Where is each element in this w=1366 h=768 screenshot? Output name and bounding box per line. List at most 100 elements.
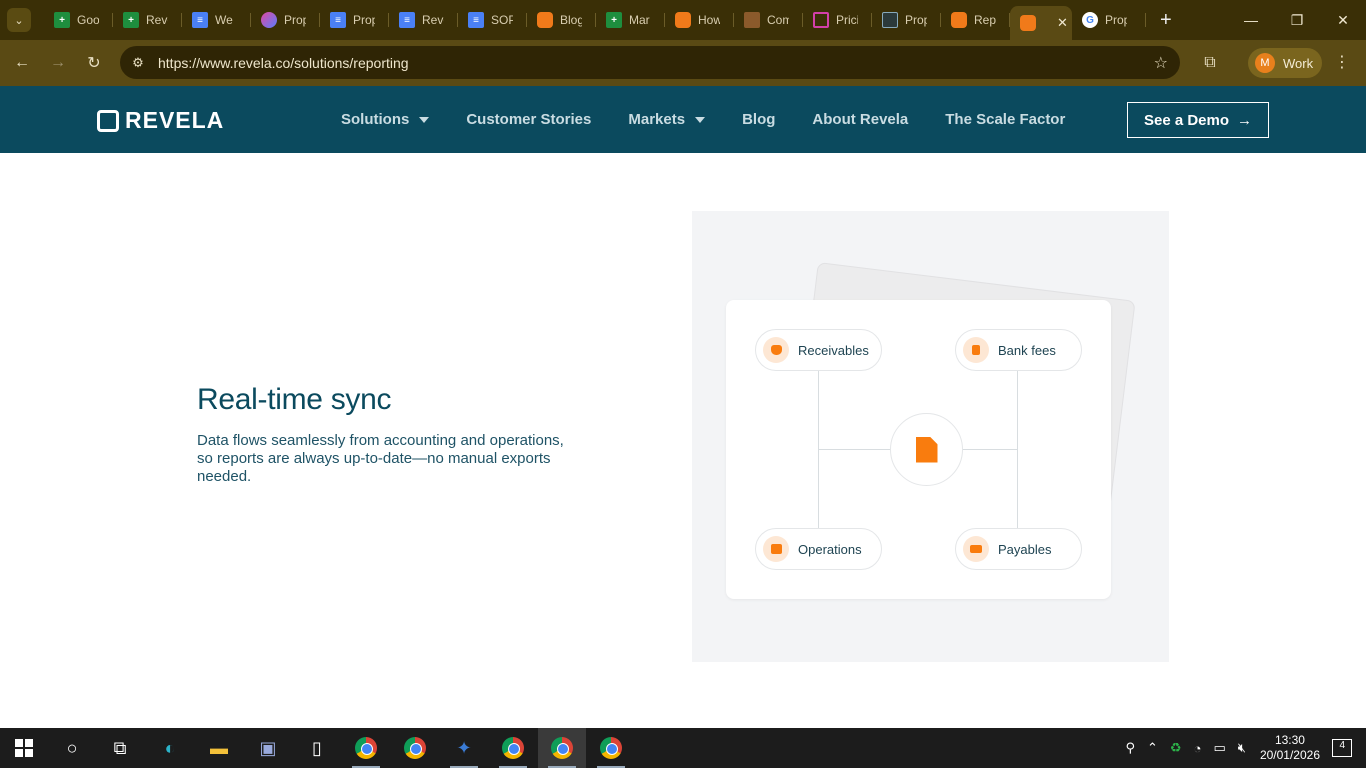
demo-button-label: See a Demo [1143,111,1230,129]
clock[interactable]: 13:30 20/01/2026 [1260,733,1320,763]
url-text[interactable]: https://www.revela.co/solutions/reportin… [158,55,409,71]
file-explorer-icon[interactable]: ▬ [195,728,243,768]
browser-tab[interactable]: +Reve [113,0,182,40]
chrome-icon[interactable] [391,728,439,768]
docs-icon: ≡ [330,12,346,28]
chrome-logo [355,737,377,759]
browser-tab-active[interactable]: ✕ [1010,6,1072,40]
clock-date: 20/01/2026 [1259,748,1320,762]
notepad-icon[interactable]: ▯ [293,728,341,768]
profile-button[interactable]: M Work [1248,48,1322,78]
new-tab-button[interactable]: + [1160,9,1172,32]
browser-tab[interactable]: Rep [941,0,1010,40]
revela-logo[interactable]: REVELA [97,107,224,134]
extensions-icon[interactable]: ⧉ [1196,45,1224,81]
caret-down-icon [695,116,706,123]
google-icon: G [1082,12,1098,28]
close-tab-icon[interactable]: ✕ [1057,15,1068,31]
node-label: Operations [798,541,862,557]
node-label: Bank fees [998,342,1056,358]
browser-tab[interactable]: ≡Prop [320,0,389,40]
docs-icon: ≡ [192,12,208,28]
address-bar[interactable]: ⚙ https://www.revela.co/solutions/report… [120,46,1180,79]
browser-tab[interactable]: Prop [872,0,941,40]
browser-tab[interactable]: ≡Reve [389,0,458,40]
windows-icon [15,739,33,757]
browser-tab[interactable]: Blog [527,0,596,40]
chrome-icon[interactable] [342,728,390,768]
notification-count: 4 [1339,740,1345,751]
site-info-icon[interactable]: ⚙ [122,55,154,71]
main-nav: Solutions Customer Stories Markets Blog … [341,86,1102,153]
browser-tab[interactable]: ≡ We [182,0,251,40]
node-label: Receivables [798,342,869,358]
nav-label: About Revela [812,111,909,128]
nav-label: Markets [628,111,686,128]
browser-tab[interactable]: How [665,0,734,40]
chrome-logo [404,737,426,759]
center-node [890,413,963,486]
chevron-up-icon[interactable]: ⌃ [1147,740,1158,756]
nav-item-solutions[interactable]: Solutions [341,111,430,128]
nav-item-customer-stories[interactable]: Customer Stories [466,111,591,128]
battery-icon[interactable]: ▭ [1213,740,1225,756]
browser-tab[interactable]: Prop [251,0,320,40]
revela-icon [537,12,553,28]
chrome-icon[interactable] [489,728,537,768]
people-icon[interactable]: ⚲ [1125,740,1135,756]
restore-icon[interactable]: ❐ [1274,0,1320,40]
notifications-icon[interactable]: 4 [1332,739,1352,757]
see-demo-button[interactable]: See a Demo → [1127,102,1269,138]
back-icon[interactable]: ← [4,45,40,81]
more-menu-icon[interactable]: ⋮ [1334,52,1350,72]
minimize-icon[interactable]: — [1228,0,1274,40]
mute-icon[interactable]: 🔇︎ [1238,740,1246,756]
clock-time: 13:30 [1274,733,1305,747]
reload-icon[interactable]: ↻ [76,45,112,81]
browser-toolbar: ← → ↻ ⚙ https://www.revela.co/solutions/… [0,40,1366,86]
tab-list: +Goo +Reve ≡We Prop ≡Prop ≡Reve ≡SOP Blo… [44,0,1172,40]
node-label: Payables [998,541,1052,557]
edge-icon[interactable]: ◐ [146,728,194,768]
money-bag-icon [763,337,789,363]
logo-text: REVELA [125,107,225,133]
sheets-icon: + [54,12,70,28]
nav-item-markets[interactable]: Markets [628,111,706,128]
tab-search-button[interactable]: ⌄ [7,8,31,32]
recycle-icon[interactable]: ♻ [1170,740,1182,756]
card-icon [963,536,989,562]
bookmark-star-icon[interactable]: ☆ [1154,53,1168,73]
browser-tab[interactable]: + Mar [596,0,665,40]
revela-logo-icon [97,109,119,132]
nav-item-blog[interactable]: Blog [742,111,775,128]
close-window-icon[interactable]: ✕ [1320,0,1366,40]
nav-item-about[interactable]: About Revela [812,111,908,128]
node-operations: Operations [755,528,882,570]
store-icon[interactable]: ▣ [244,728,292,768]
nav-label: The Scale Factor [945,111,1066,128]
browser-tab[interactable]: + Goo [44,0,113,40]
browser-tab[interactable]: GProp [1072,0,1146,40]
browser-tab[interactable]: Com [734,0,803,40]
chrome-icon[interactable] [538,728,586,768]
cursor-icon [882,12,898,28]
receipt-icon [963,337,989,363]
nav-item-scale-factor[interactable]: The Scale Factor [945,111,1065,128]
caret-down-icon [419,116,430,123]
revela-icon [1020,15,1036,31]
app-icon[interactable]: ✦ [440,728,488,768]
chrome-icon[interactable] [587,728,635,768]
wifi-icon[interactable]: ◔ [1194,741,1202,756]
start-button[interactable] [0,728,48,768]
briefcase-icon [763,536,789,562]
forward-icon[interactable]: → [40,45,76,81]
search-icon[interactable]: ○ [48,728,96,768]
document-icon [915,436,938,463]
section-heading: Real-time sync [197,383,392,416]
task-view-icon[interactable]: ⧉ [96,728,144,768]
connector-line [963,449,1018,450]
browser-tab[interactable]: ≡ SOP [458,0,527,40]
gemini-icon [261,12,277,28]
browser-tab[interactable]: Prici [803,0,872,40]
book-icon [744,12,760,28]
